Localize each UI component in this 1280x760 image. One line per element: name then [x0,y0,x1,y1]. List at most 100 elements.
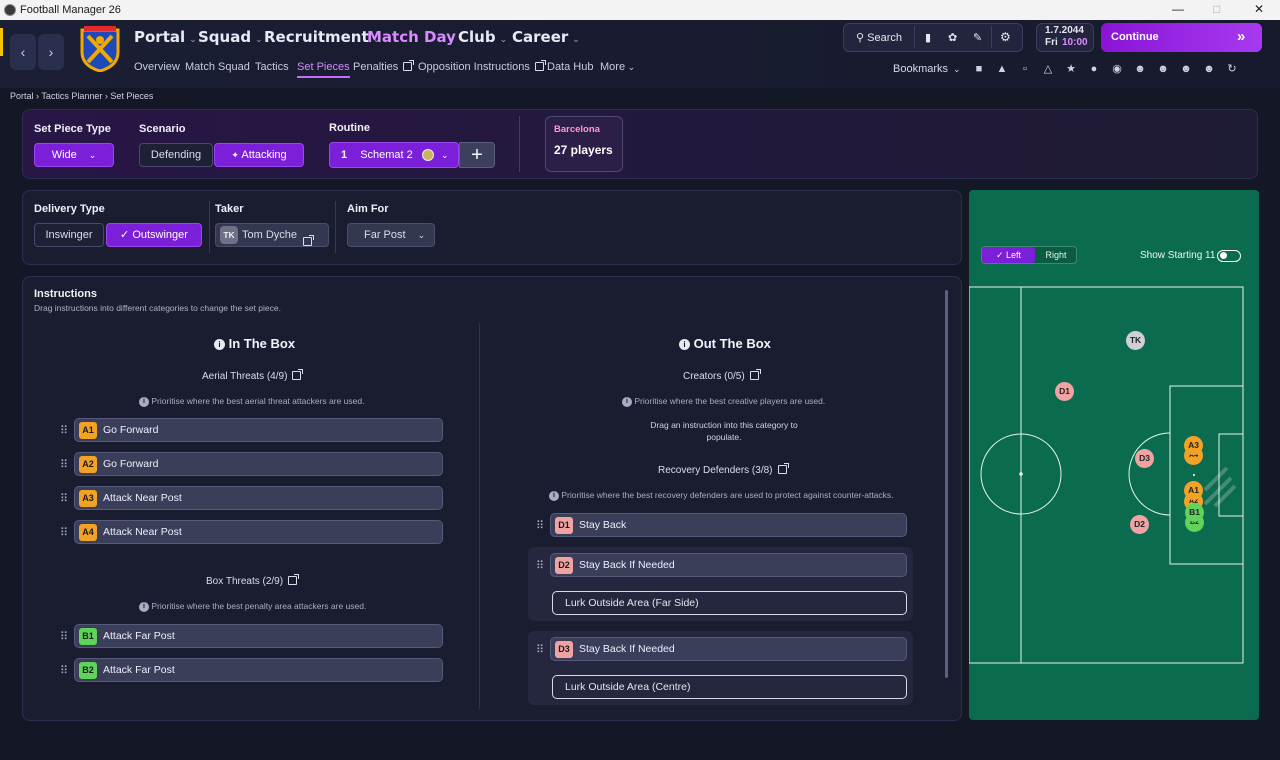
settings-gear-icon[interactable]: ⚙ [1000,30,1011,44]
nav-squad[interactable]: Squad ⌄ [198,28,263,46]
instruction-row-b1[interactable]: B1 Attack Far Post [74,624,443,648]
subnav-opposition-instructions[interactable]: Opposition Instructions [418,60,546,73]
trophy-icon[interactable]: ★ [1064,62,1078,76]
creators-category[interactable]: Creators (0/5) [683,369,761,382]
subnav-data-hub[interactable]: Data Hub [547,61,593,73]
attack-icon: ✦ [231,150,239,160]
drag-handle-icon[interactable]: ⠿ [536,519,544,532]
recovery-defenders-category[interactable]: Recovery Defenders (3/8) [658,463,789,476]
marker-d1[interactable]: D1 [1055,382,1074,401]
nav-career[interactable]: Career ⌄ [512,28,580,46]
app-icon [4,4,16,16]
instruction-row-d3[interactable]: D3 Stay Back If Needed [550,637,907,661]
aim-for-dropdown[interactable]: Far Post ⌄ [347,223,435,247]
delivery-inswinger-button[interactable]: Inswinger [34,223,104,247]
search-button[interactable]: ⚲ Search [856,31,902,44]
scrollbar[interactable] [945,290,948,678]
taker-label: Taker [215,203,244,215]
notes-icon[interactable]: ▮ [925,31,931,44]
instruction-row-a2[interactable]: A2 Go Forward [74,452,443,476]
instruction-row-d1[interactable]: D1 Stay Back [550,513,907,537]
instruction-label: Stay Back If Needed [579,559,675,571]
pitch-lines [969,286,1244,664]
add-routine-button[interactable]: + [459,142,495,168]
breadcrumb: Portal › Tactics Planner › Set Pieces [10,91,154,101]
drag-handle-icon[interactable]: ⠿ [60,664,68,677]
instruction-row-b2[interactable]: B2 Attack Far Post [74,658,443,682]
subnav-set-pieces[interactable]: Set Pieces [297,61,350,78]
forward-button[interactable]: › [38,34,64,70]
drag-handle-icon[interactable]: ⠿ [60,492,68,505]
chat-icon[interactable]: ■ [972,62,986,76]
box-threats-category[interactable]: Box Threats (2/9) [206,574,300,587]
training-icon[interactable]: △ [1041,62,1055,76]
marker-d3[interactable]: D3 [1135,449,1154,468]
scenario-defending-button[interactable]: Defending [139,143,213,167]
routine-dropdown[interactable]: 1 Schemat 2 ⌄ [329,142,459,168]
instruction-row-a4[interactable]: A4 Attack Near Post [74,520,443,544]
subnav-match-squad[interactable]: Match Squad [185,61,250,73]
badge-a2: A2 [79,456,97,473]
breadcrumb-tactics-planner[interactable]: Tactics Planner [41,91,102,101]
minimize-icon[interactable]: — [1172,2,1184,16]
instruction-label: Stay Back If Needed [579,643,675,655]
continue-button[interactable]: Continue » [1101,23,1262,52]
drag-handle-icon[interactable]: ⠿ [60,526,68,539]
instructions-subtitle: Drag instructions into different categor… [34,303,281,313]
nav-club[interactable]: Club ⌄ [458,28,507,46]
scenario-attacking-button[interactable]: ✦ Attacking [214,143,304,167]
face-icon[interactable]: ☻ [1133,62,1147,76]
nav-match-day[interactable]: Match Day ⌄ [367,28,467,46]
group-icon[interactable]: ☻ [1202,62,1216,76]
drag-handle-icon[interactable]: ⠿ [536,559,544,572]
breadcrumb-portal[interactable]: Portal [10,91,34,101]
subnav-overview[interactable]: Overview [134,61,180,73]
refresh-icon[interactable]: ↻ [1225,62,1239,76]
marker-tk[interactable]: TK [1126,331,1145,350]
sub-instruction-d2[interactable]: Lurk Outside Area (Far Side) [552,591,907,615]
taker-dropdown[interactable]: TK Tom Dyche [215,223,329,247]
instruction-row-a1[interactable]: A1 Go Forward [74,418,443,442]
marker-d2[interactable]: D2 [1130,515,1149,534]
drag-handle-icon[interactable]: ⠿ [60,424,68,437]
close-icon[interactable]: ✕ [1254,2,1264,16]
marker-a3[interactable]: A3 [1184,436,1203,455]
sub-instruction-d3[interactable]: Lurk Outside Area (Centre) [552,675,907,699]
subnav-tactics[interactable]: Tactics [255,61,289,73]
drag-handle-icon[interactable]: ⠿ [60,458,68,471]
back-button[interactable]: ‹ [10,34,36,70]
set-piece-type-label: Set Piece Type [34,123,111,135]
nav-recruitment[interactable]: Recruitment ⌄ [264,28,380,46]
subnav-more[interactable]: More ⌄ [600,61,635,73]
marker-a1[interactable]: A1 [1184,481,1203,500]
marker-b1[interactable]: B1 [1185,503,1204,522]
aerial-threats-category[interactable]: Aerial Threats (4/9) [202,369,304,382]
subnav-penalties[interactable]: Penalties [353,60,415,73]
brain-icon[interactable]: ✿ [948,31,957,44]
instruction-row-d2[interactable]: D2 Stay Back If Needed [550,553,907,577]
clipboard-icon[interactable]: ▫ [1018,62,1032,76]
shirt-icon[interactable]: ▲ [995,62,1009,76]
badge-a4: A4 [79,524,97,541]
drag-handle-icon[interactable]: ⠿ [60,630,68,643]
bookmarks-dropdown[interactable]: Bookmarks ⌄ [893,63,961,75]
badge-d2: D2 [555,557,573,574]
finance-icon[interactable]: ◉ [1110,62,1124,76]
set-piece-type-dropdown[interactable]: Wide ⌄ [34,143,114,167]
scenario-label: Scenario [139,123,186,135]
delivery-outswinger-button[interactable]: ✓ Outswinger [106,223,202,247]
aerial-threats-hint: i Prioritise where the best aerial threa… [139,396,364,407]
staff-icon[interactable]: ☻ [1156,62,1170,76]
routine-number: 1 [341,149,348,161]
scout-icon[interactable]: ☻ [1179,62,1193,76]
person-icon[interactable]: ● [1087,62,1101,76]
column-divider [479,323,480,709]
instruction-row-a3[interactable]: A3 Attack Near Post [74,486,443,510]
opponent-card[interactable]: Barcelona 27 players [545,116,623,172]
drag-handle-icon[interactable]: ⠿ [536,643,544,656]
nav-portal[interactable]: Portal ⌄ [134,28,197,46]
badge-d3: D3 [555,641,573,658]
maximize-icon[interactable]: □ [1213,2,1220,16]
club-crest-icon[interactable] [78,26,122,72]
pen-icon[interactable]: ✎ [973,31,982,44]
